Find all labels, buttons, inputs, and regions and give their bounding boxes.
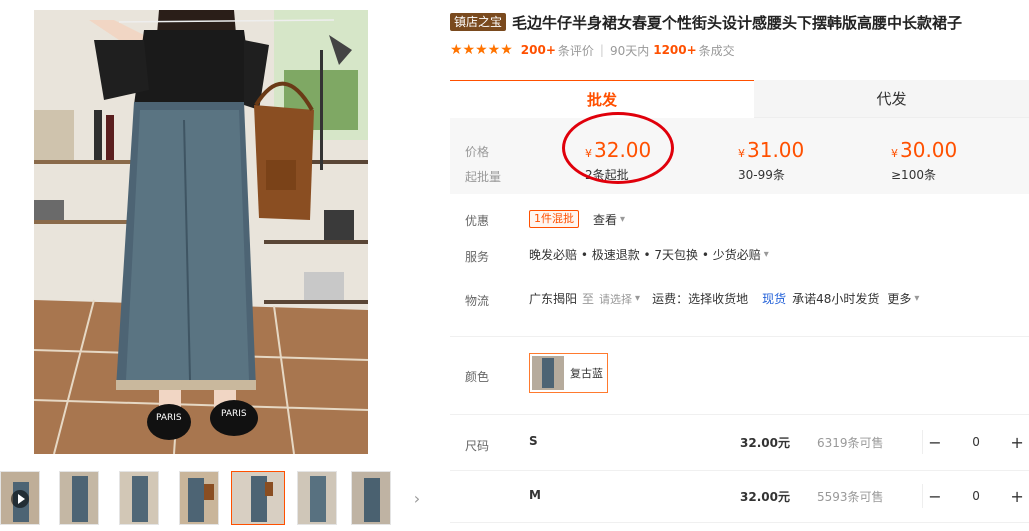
- purchase-mode-tabs: 批发 代发: [450, 80, 1029, 118]
- size-row: S 32.00元 6319条可售 − 0 +: [529, 430, 1029, 454]
- rating-stars: ★★★★★: [450, 42, 513, 58]
- review-count[interactable]: 200+: [521, 43, 556, 57]
- promo-label: 优惠: [465, 214, 490, 228]
- moq-label: 起批量: [465, 170, 502, 184]
- play-icon: [11, 490, 29, 508]
- price-labels: 价格 起批量: [465, 140, 501, 190]
- tier-price: 30.00: [900, 138, 958, 162]
- plus-icon[interactable]: +: [1005, 487, 1029, 506]
- origin-location: 广东揭阳: [529, 292, 578, 306]
- thumbnail-image-selected[interactable]: [231, 471, 285, 525]
- color-label: 颜色: [465, 370, 490, 384]
- size-label: 尺码: [465, 439, 490, 453]
- tab-dropship[interactable]: 代发: [754, 80, 1029, 118]
- product-title-row: 镇店之宝 毛边牛仔半身裙女春夏个性街头设计感腰头下摆韩版高腰中长款裙子: [450, 10, 1029, 34]
- size-name: S: [529, 434, 538, 448]
- promo-view-link[interactable]: 查看: [593, 211, 617, 228]
- thumbnail-video[interactable]: [0, 471, 40, 525]
- deal-count: 1200+: [653, 43, 697, 57]
- price-tier: ¥32.00 2条起批: [585, 138, 651, 184]
- size-price: 32.00元: [740, 490, 790, 504]
- review-label[interactable]: 条评价: [558, 42, 594, 59]
- period-label: 90天内: [609, 43, 650, 58]
- service-text: 晚发必赔 • 极速退款 • 7天包换 • 少货必赔: [529, 248, 761, 262]
- product-title: 毛边牛仔半身裙女春夏个性街头设计感腰头下摆韩版高腰中长款裙子: [512, 13, 963, 32]
- more-link[interactable]: 更多: [887, 290, 911, 307]
- divider: [450, 336, 1029, 337]
- color-option-label: 复古蓝: [570, 367, 603, 380]
- thumbnail-image[interactable]: [351, 471, 391, 525]
- thumbnail-image[interactable]: [297, 471, 337, 525]
- quantity-stepper: − 0 +: [922, 430, 1029, 454]
- chevron-right-icon[interactable]: ›: [409, 471, 425, 525]
- thumbnail-image[interactable]: [59, 471, 99, 525]
- price-label: 价格: [465, 145, 490, 159]
- quantity-value[interactable]: 0: [947, 435, 1005, 449]
- svg-text:PARIS: PARIS: [221, 409, 247, 419]
- main-product-image[interactable]: PARIS PARIS: [34, 10, 368, 454]
- rating-row: ★★★★★ 200+ 条评价 | 90天内 1200+ 条成交: [450, 40, 735, 60]
- color-option-selected[interactable]: 复古蓝: [529, 353, 608, 393]
- service-label: 服务: [465, 250, 490, 264]
- color-swatch-image: [532, 356, 564, 390]
- tier-price: 32.00: [594, 138, 652, 162]
- stock-type: 现货: [762, 292, 787, 306]
- divider: [450, 522, 1029, 523]
- thumbnail-image[interactable]: [119, 471, 159, 525]
- destination-select[interactable]: 请选择: [599, 291, 632, 307]
- size-row: M 32.00元 5593条可售 − 0 +: [529, 484, 1029, 508]
- logistics-label: 物流: [465, 294, 490, 308]
- currency-symbol: ¥: [891, 147, 898, 160]
- currency-symbol: ¥: [738, 147, 745, 160]
- service-row[interactable]: 晚发必赔 • 极速退款 • 7天包换 • 少货必赔 ▾: [529, 246, 769, 263]
- size-name: M: [529, 488, 541, 502]
- thumbnail-image[interactable]: [179, 471, 219, 525]
- to-label: 至: [582, 292, 595, 306]
- chevron-down-icon: ▾: [763, 249, 769, 260]
- divider: [450, 414, 1029, 415]
- thumbnail-strip: ›: [0, 471, 430, 527]
- price-tier: ¥30.00 ≥100条: [891, 138, 957, 184]
- minus-icon[interactable]: −: [923, 487, 947, 506]
- shipping-promise: 承诺48小时发货: [792, 292, 880, 306]
- chevron-down-icon: ▾: [620, 213, 626, 225]
- quantity-value[interactable]: 0: [947, 489, 1005, 503]
- chevron-down-icon[interactable]: ▾: [635, 293, 640, 304]
- promo-tag: 1件混批: [529, 210, 579, 228]
- freight-text[interactable]: 运费：选择收货地: [652, 290, 748, 307]
- size-price: 32.00元: [740, 436, 790, 450]
- deal-label: 条成交: [698, 43, 735, 58]
- svg-text:PARIS: PARIS: [156, 413, 182, 423]
- currency-symbol: ¥: [585, 147, 592, 160]
- shop-badge: 镇店之宝: [450, 13, 507, 31]
- chevron-down-icon[interactable]: ▾: [914, 293, 919, 304]
- quantity-stepper: − 0 +: [922, 484, 1029, 508]
- tier-qty: 2条起批: [585, 168, 629, 182]
- price-box: 价格 起批量 ¥32.00 2条起批 ¥31.00 30-99条 ¥30.00 …: [450, 118, 1029, 194]
- size-stock: 6319条可售: [817, 436, 884, 450]
- minus-icon[interactable]: −: [923, 433, 947, 452]
- tier-price: 31.00: [747, 138, 805, 162]
- tier-qty: ≥100条: [891, 168, 936, 182]
- plus-icon[interactable]: +: [1005, 433, 1029, 452]
- tier-qty: 30-99条: [738, 168, 785, 182]
- promo-row: 1件混批 查看 ▾: [529, 210, 625, 228]
- divider: [450, 470, 1029, 471]
- logistics-row: 广东揭阳 至 请选择 ▾ 运费：选择收货地 现货 承诺48小时发货 更多 ▾: [529, 290, 919, 307]
- size-stock: 5593条可售: [817, 490, 884, 504]
- tab-wholesale[interactable]: 批发: [450, 80, 754, 118]
- price-tier: ¥31.00 30-99条: [738, 138, 804, 184]
- separator: |: [599, 43, 604, 57]
